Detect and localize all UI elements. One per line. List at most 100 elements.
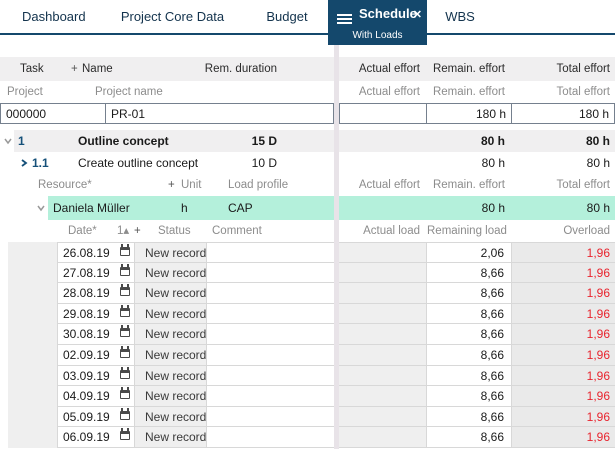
- date-cell[interactable]: 02.09.19: [57, 344, 135, 366]
- actual-load-cell[interactable]: [339, 303, 427, 325]
- calendar-icon[interactable]: [120, 304, 130, 317]
- col-header-rem-duration: Rem. duration: [204, 63, 277, 75]
- project-actual-effort-input[interactable]: [339, 103, 427, 124]
- comment-cell[interactable]: [207, 427, 334, 448]
- task-name[interactable]: Outline concept: [78, 130, 169, 152]
- comment-cell[interactable]: [207, 242, 334, 263]
- project-remain-effort-input[interactable]: [426, 103, 512, 124]
- tab-wbs[interactable]: WBS: [430, 0, 490, 33]
- status-cell[interactable]: New record: [135, 386, 207, 407]
- calendar-icon[interactable]: [120, 366, 130, 379]
- actual-load-cell[interactable]: [339, 386, 427, 407]
- chevron-down-icon[interactable]: [3, 136, 13, 146]
- date-cell[interactable]: 04.09.19: [57, 386, 135, 407]
- resource-header-row: Resource* + Unit Load profile Actual eff…: [0, 174, 615, 196]
- add-column-button[interactable]: +: [71, 57, 78, 81]
- date-cell[interactable]: 29.08.19: [57, 303, 135, 325]
- chevron-right-icon[interactable]: [19, 158, 29, 168]
- task-wbs[interactable]: 1.1: [32, 152, 49, 174]
- tab-schedule-active[interactable]: Schedule ✕ With Loads: [328, 0, 427, 45]
- sort-order-control[interactable]: 1▴: [117, 220, 129, 242]
- remaining-load-cell[interactable]: 2,06: [427, 242, 512, 263]
- task-rem-duration[interactable]: 15 D: [252, 130, 277, 152]
- remaining-load-cell[interactable]: 8,66: [427, 283, 512, 304]
- actual-load-cell[interactable]: [339, 283, 427, 304]
- resource-load-profile[interactable]: CAP: [228, 196, 253, 220]
- remaining-load-cell[interactable]: 8,66: [427, 262, 512, 284]
- status-cell[interactable]: New record: [135, 427, 207, 448]
- actual-load-cell[interactable]: [339, 262, 427, 284]
- resource-row[interactable]: Daniela Müller h CAP 80 h 80 h: [0, 196, 615, 220]
- actual-load-cell[interactable]: [339, 406, 427, 428]
- tab-budget[interactable]: Budget: [252, 0, 322, 33]
- date-cell[interactable]: 26.08.19: [57, 242, 135, 263]
- comment-cell[interactable]: [207, 386, 334, 407]
- resource-total-effort[interactable]: 80 h: [512, 196, 615, 220]
- status-cell[interactable]: New record: [135, 303, 207, 325]
- date-cell[interactable]: 03.09.19: [57, 365, 135, 387]
- tab-project-core-data[interactable]: Project Core Data: [110, 0, 235, 33]
- comment-cell[interactable]: [207, 324, 334, 345]
- status-cell[interactable]: New record: [135, 365, 207, 387]
- task-actual-effort[interactable]: [339, 130, 427, 152]
- calendar-icon[interactable]: [120, 428, 130, 441]
- date-cell[interactable]: 05.09.19: [57, 406, 135, 428]
- comment-cell[interactable]: [207, 406, 334, 428]
- remaining-load-cell[interactable]: 8,66: [427, 303, 512, 325]
- close-tab-icon[interactable]: ✕: [413, 8, 422, 21]
- status-cell[interactable]: New record: [135, 324, 207, 345]
- comment-cell[interactable]: [207, 262, 334, 284]
- project-name-input[interactable]: [105, 103, 334, 124]
- calendar-icon[interactable]: [120, 244, 130, 256]
- date-cell[interactable]: 30.08.19: [57, 324, 135, 345]
- remaining-load-cell[interactable]: 8,66: [427, 344, 512, 366]
- resource-name[interactable]: Daniela Müller: [53, 196, 130, 220]
- actual-load-cell[interactable]: [339, 365, 427, 387]
- project-total-effort-input[interactable]: [511, 103, 615, 124]
- resource-remain-effort[interactable]: 80 h: [427, 196, 512, 220]
- date-cell[interactable]: 06.09.19: [57, 427, 135, 448]
- remaining-load-cell[interactable]: 8,66: [427, 406, 512, 428]
- calendar-icon[interactable]: [120, 284, 130, 297]
- status-cell[interactable]: New record: [135, 262, 207, 284]
- task-remain-effort[interactable]: 80 h: [427, 130, 512, 152]
- task-total-effort[interactable]: 80 h: [512, 152, 615, 174]
- date-cell[interactable]: 27.08.19: [57, 262, 135, 284]
- task-total-effort[interactable]: 80 h: [512, 130, 615, 152]
- add-resource-column-button[interactable]: +: [168, 174, 175, 196]
- task-remain-effort[interactable]: 80 h: [427, 152, 512, 174]
- comment-cell[interactable]: [207, 365, 334, 387]
- add-load-column-button[interactable]: +: [134, 220, 141, 242]
- project-id-input[interactable]: [0, 103, 106, 124]
- remaining-load-cell[interactable]: 8,66: [427, 427, 512, 448]
- calendar-icon[interactable]: [120, 387, 130, 400]
- remaining-load-cell[interactable]: 8,66: [427, 365, 512, 387]
- calendar-icon[interactable]: [120, 407, 130, 420]
- status-cell[interactable]: New record: [135, 283, 207, 304]
- status-cell[interactable]: New record: [135, 242, 207, 263]
- task-wbs[interactable]: 1: [18, 130, 25, 152]
- actual-load-cell[interactable]: [339, 324, 427, 345]
- comment-cell[interactable]: [207, 303, 334, 325]
- task-rem-duration[interactable]: 10 D: [252, 152, 277, 174]
- status-cell[interactable]: New record: [135, 344, 207, 366]
- resource-actual-effort[interactable]: [339, 196, 427, 220]
- calendar-icon[interactable]: [120, 263, 130, 276]
- comment-cell[interactable]: [207, 344, 334, 366]
- remaining-load-cell[interactable]: 8,66: [427, 386, 512, 407]
- calendar-icon[interactable]: [120, 345, 130, 358]
- actual-load-cell[interactable]: [339, 344, 427, 366]
- task-name[interactable]: Create outline concept: [78, 152, 198, 174]
- chevron-down-icon[interactable]: [36, 203, 46, 213]
- tab-dashboard[interactable]: Dashboard: [22, 0, 86, 33]
- remaining-load-cell[interactable]: 8,66: [427, 324, 512, 345]
- actual-load-cell[interactable]: [339, 242, 427, 263]
- comment-cell[interactable]: [207, 283, 334, 304]
- status-cell[interactable]: New record: [135, 406, 207, 428]
- hamburger-menu-icon[interactable]: [337, 14, 352, 16]
- date-cell[interactable]: 28.08.19: [57, 283, 135, 304]
- actual-load-cell[interactable]: [339, 427, 427, 448]
- calendar-icon[interactable]: [120, 325, 130, 338]
- task-actual-effort[interactable]: [339, 152, 427, 174]
- resource-unit[interactable]: h: [181, 196, 188, 220]
